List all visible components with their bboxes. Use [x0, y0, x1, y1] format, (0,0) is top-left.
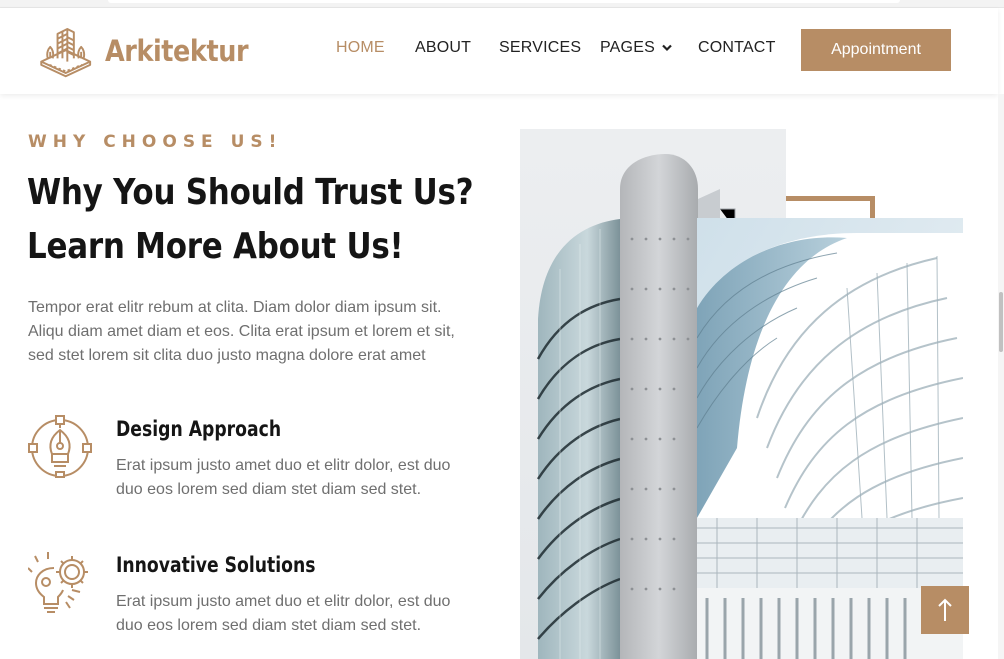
decorative-frame	[786, 196, 875, 220]
feature-title: Design Approach	[116, 417, 282, 441]
headline-line-1: Why You Should Trust Us?	[27, 172, 474, 213]
nav-pages-label: PAGES	[600, 39, 655, 56]
pen-tool-icon	[28, 415, 92, 478]
nav-home[interactable]: HOME	[336, 39, 385, 57]
section-eyebrow: WHY CHOOSE US!	[28, 132, 283, 152]
building-icon	[40, 28, 92, 78]
nav-pages[interactable]: PAGES	[600, 39, 672, 57]
scrollbar-track[interactable]	[998, 94, 1004, 659]
nav-contact[interactable]: CONTACT	[698, 39, 776, 57]
nav-services[interactable]: SERVICES	[499, 39, 581, 57]
back-to-top-button[interactable]	[921, 586, 969, 634]
appointment-button[interactable]: Appointment	[801, 29, 951, 71]
top-strip-inner	[108, 0, 900, 3]
scrollbar-thumb[interactable]	[999, 292, 1003, 352]
chevron-down-icon	[662, 44, 672, 52]
feature-text: Erat ipsum justo amet duo et elitr dolor…	[116, 593, 451, 634]
arrow-up-icon	[938, 598, 952, 621]
headline-line-2: Learn More About Us!	[27, 226, 404, 267]
brand-name: Arkitektur	[105, 34, 249, 68]
gear-bulb-icon	[28, 552, 88, 613]
navbar: Arkitektur HOME ABOUT SERVICES PAGES CON…	[0, 8, 998, 94]
brand-logo[interactable]: Arkitektur	[38, 20, 268, 82]
browser-top-strip	[0, 0, 1004, 8]
feature-title: Innovative Solutions	[116, 553, 316, 577]
section-intro: Tempor erat elitr rebum at clita. Diam d…	[28, 299, 455, 364]
feature-text: Erat ipsum justo amet duo et elitr dolor…	[116, 457, 451, 498]
nav-about[interactable]: ABOUT	[415, 39, 471, 57]
section-headline: Why You Should Trust Us? Learn More Abou…	[27, 166, 474, 274]
